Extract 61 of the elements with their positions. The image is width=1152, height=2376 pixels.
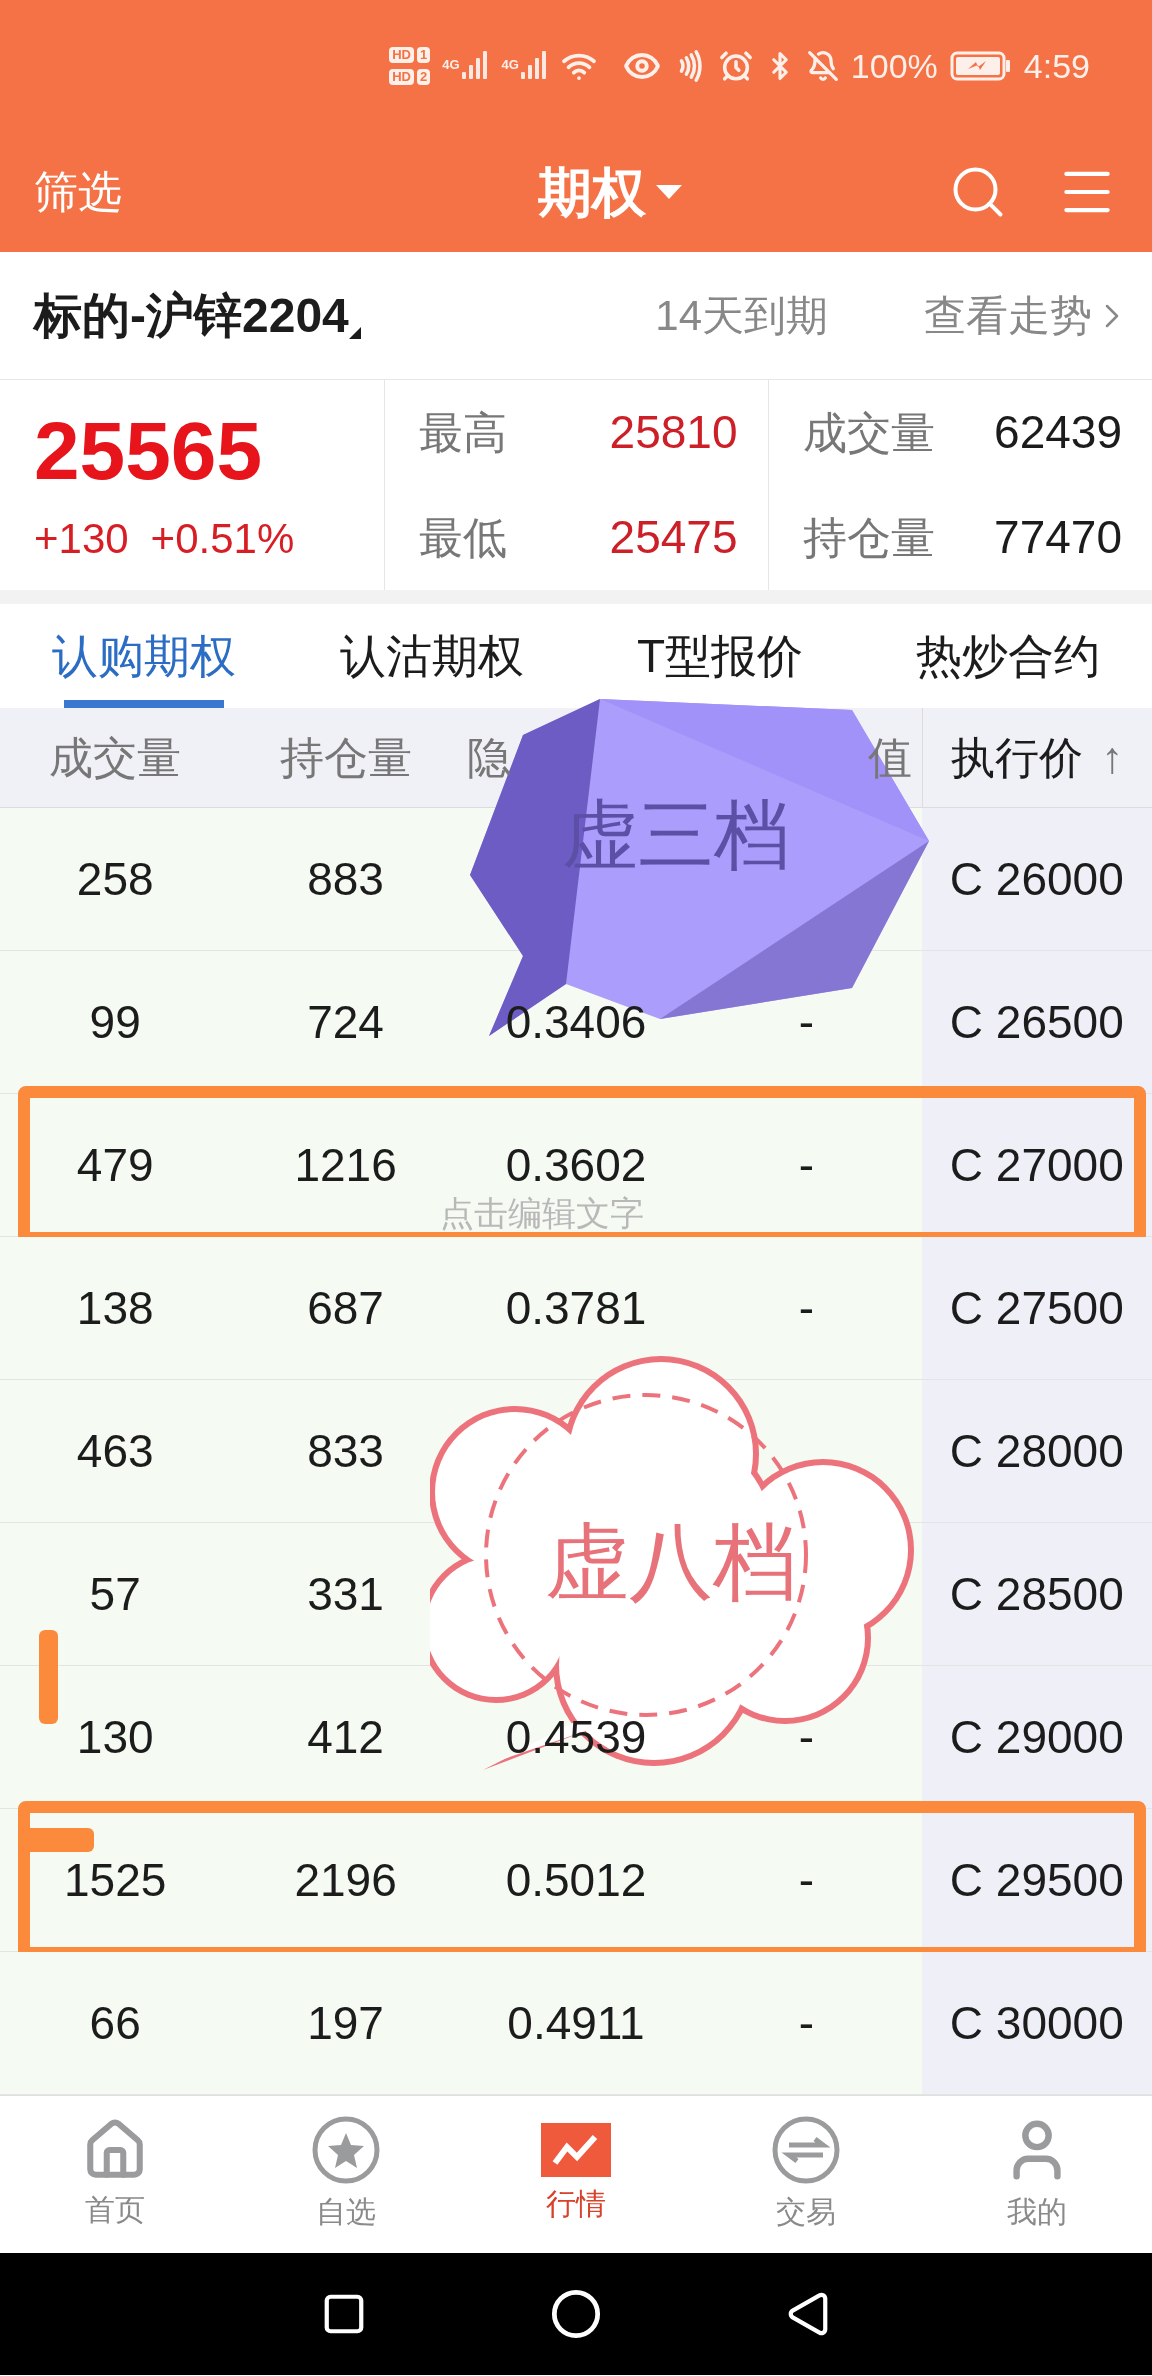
sim-label: HD	[389, 69, 414, 85]
stat-label: 最高	[419, 406, 507, 459]
percent-change: +0.51%	[150, 518, 295, 560]
bell-off-icon	[806, 50, 839, 82]
option-tab[interactable]: T型报价	[576, 604, 864, 708]
nav-tab[interactable]: 首页	[0, 2096, 231, 2253]
battery-icon	[949, 51, 1012, 81]
stat-label: 成交量	[802, 406, 935, 459]
expiry-text: 14天到期	[655, 291, 828, 341]
table-cell: C 26000	[921, 808, 1152, 950]
exchange-icon	[771, 2115, 842, 2185]
nav-tab[interactable]: 我的	[921, 2096, 1152, 2253]
table-cell-text: 0.4911	[507, 1995, 645, 2051]
column-header: 执行价	[951, 731, 1084, 784]
stat-label: 持仓量	[802, 511, 935, 564]
table-cell-text: 0.5012	[505, 1852, 647, 1908]
edit-hint: 点击编辑文字	[440, 1196, 644, 1230]
chart-icon	[541, 2123, 611, 2177]
table-cell-text: 0.4539	[505, 1709, 647, 1765]
table-cell-text: 0.3602	[505, 1137, 647, 1193]
table-cell-text: 0.3406	[505, 994, 647, 1050]
column-header: 隐	[466, 731, 511, 784]
last-price: 25565	[34, 410, 264, 492]
home-button-icon[interactable]	[550, 2288, 602, 2340]
stat-value: 77470	[994, 510, 1122, 565]
table-cell: C 29000	[921, 1666, 1152, 1808]
caret-icon	[656, 185, 682, 199]
nav-tab[interactable]: 自选	[230, 2096, 461, 2253]
network-type: 4G	[442, 56, 460, 74]
table-cell: C 28000	[921, 1380, 1152, 1522]
option-tab[interactable]: 热炒合约	[864, 604, 1152, 708]
option-tab[interactable]: 认沽期权	[288, 604, 576, 708]
column-header: 成交量	[49, 731, 182, 784]
table-cell: C 28500	[921, 1523, 1152, 1665]
sort-arrow[interactable]: ↑	[1101, 724, 1124, 791]
table-cell: C 27500	[921, 1237, 1152, 1379]
battery-percent: 100%	[850, 45, 938, 87]
bubble-text: 虚八档	[545, 1520, 797, 1604]
column-header: 持仓量	[279, 731, 412, 784]
trend-link[interactable]: 查看走势	[924, 284, 1132, 347]
table-cell: C 26500	[921, 951, 1152, 1093]
nav-tab[interactable]: 行情	[460, 2096, 692, 2253]
network-type: 4G	[501, 56, 519, 74]
price-change: +130	[34, 518, 129, 560]
alarm-icon	[718, 49, 753, 83]
sim-slot: 1	[416, 47, 431, 63]
filter-button[interactable]: 筛选	[34, 170, 122, 214]
stat-label: 最低	[419, 511, 507, 564]
stat-value: 25810	[609, 405, 738, 460]
option-tab[interactable]: 认购期权	[0, 604, 288, 708]
table-cell-text: 0.3781	[505, 1280, 647, 1336]
underlying-name: 标的-沪锌2204	[34, 287, 349, 344]
title-dropdown[interactable]: 期权	[538, 165, 682, 219]
sim-label: HD	[389, 47, 414, 63]
corner-mark-icon	[348, 327, 361, 339]
table-cell: C 30000	[921, 1952, 1152, 2094]
sim-slot: 2	[416, 69, 431, 85]
nav-tab[interactable]: 交易	[691, 2096, 922, 2253]
stat-value: 25475	[609, 510, 738, 565]
clock: 4:59	[1023, 45, 1090, 87]
stat-value: 62439	[994, 405, 1122, 460]
